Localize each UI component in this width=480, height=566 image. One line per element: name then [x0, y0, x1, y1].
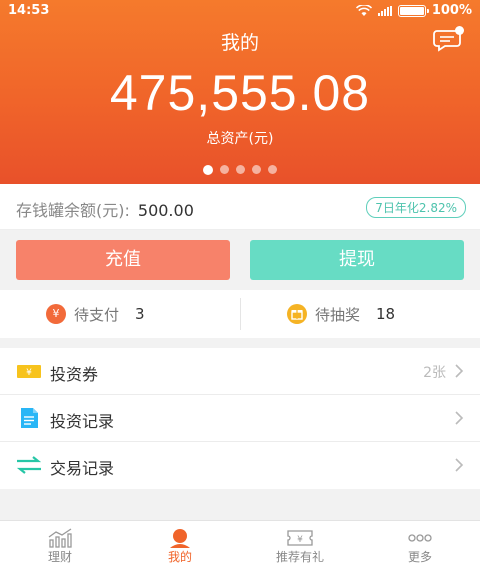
- tab-bar: 理财 我的 ¥ 推荐有礼 更多: [0, 520, 480, 566]
- status-bar: 14:53 100%: [0, 0, 480, 22]
- ticket-icon: ¥: [287, 530, 313, 546]
- tab-label: 推荐有礼: [275, 550, 324, 564]
- header-banner: 14:53 100% 我的 475,555.08 总资产(元): [0, 0, 480, 184]
- coupon-count: 2张: [423, 365, 446, 381]
- page-dot: [203, 164, 213, 175]
- divider: [240, 298, 241, 330]
- menu-item-label: 交易记录: [50, 459, 115, 478]
- total-assets-value: 475,555.08: [109, 65, 371, 121]
- chart-icon: [48, 528, 72, 548]
- signal-icon: [377, 5, 392, 16]
- menu-item-label: 投资记录: [50, 412, 115, 431]
- page-dot: [268, 165, 277, 174]
- transfer-arrows-icon: [16, 456, 42, 474]
- tab-label: 我的: [167, 550, 192, 564]
- tab-label: 理财: [47, 550, 72, 564]
- page-title: 我的: [220, 32, 259, 54]
- wifi-icon: [355, 4, 372, 16]
- pending-lottery-label: 待抽奖: [315, 305, 361, 324]
- piggy-bank-label: 存钱罐余额(元):: [16, 201, 130, 220]
- tab-finance[interactable]: 理财: [0, 521, 120, 566]
- page-dot: [220, 165, 229, 174]
- svg-text:¥: ¥: [26, 368, 32, 378]
- tab-referral[interactable]: ¥ 推荐有礼: [240, 521, 360, 566]
- pending-payment[interactable]: ¥ 待支付 3: [46, 290, 145, 338]
- chevron-right-icon: [455, 364, 464, 378]
- menu-item-coupons[interactable]: ¥ 投资券 2张: [0, 348, 480, 395]
- piggy-bank-value: 500.00: [137, 201, 194, 220]
- menu-item-label: 投资券: [50, 365, 99, 384]
- coupon-icon: ¥: [17, 365, 41, 378]
- battery-icon: [397, 4, 429, 17]
- menu-item-transaction-records[interactable]: 交易记录: [0, 442, 480, 489]
- pending-row: ¥ 待支付 3 待抽奖 18: [0, 290, 480, 338]
- chevron-right-icon: [455, 411, 464, 425]
- action-bar: 充值 提现: [0, 230, 480, 290]
- battery-percent: 100%: [431, 3, 472, 18]
- message-button[interactable]: [432, 26, 464, 52]
- status-time: 14:53: [8, 3, 50, 18]
- tab-more[interactable]: 更多: [360, 521, 480, 566]
- withdraw-button[interactable]: 提现: [250, 240, 464, 280]
- pending-lottery[interactable]: 待抽奖 18: [287, 290, 395, 338]
- page-indicator: [0, 164, 480, 175]
- gift-icon: [287, 304, 307, 324]
- menu-item-investment-records[interactable]: 投资记录: [0, 395, 480, 442]
- menu-list: ¥ 投资券 2张 投资记录 交易记录: [0, 348, 480, 489]
- chevron-right-icon: [455, 458, 464, 472]
- pending-payment-count: 3: [135, 305, 145, 323]
- document-icon: [21, 408, 38, 428]
- total-assets-label: 总资产(元): [206, 131, 274, 147]
- unread-dot: [455, 26, 464, 35]
- more-icon: [408, 534, 432, 542]
- recharge-button[interactable]: 充值: [16, 240, 230, 280]
- user-icon: [170, 529, 190, 548]
- pending-payment-label: 待支付: [74, 305, 120, 324]
- tab-label: 更多: [407, 550, 432, 564]
- page-dot: [236, 165, 245, 174]
- yuan-icon: ¥: [46, 304, 66, 324]
- tab-mine[interactable]: 我的: [120, 521, 240, 566]
- page-dot: [252, 165, 261, 174]
- annual-rate-badge: 7日年化2.82%: [366, 197, 466, 218]
- piggy-bank-row[interactable]: 存钱罐余额(元): 500.00 7日年化2.82%: [0, 184, 480, 230]
- pending-lottery-count: 18: [376, 305, 396, 323]
- svg-text:¥: ¥: [297, 535, 303, 545]
